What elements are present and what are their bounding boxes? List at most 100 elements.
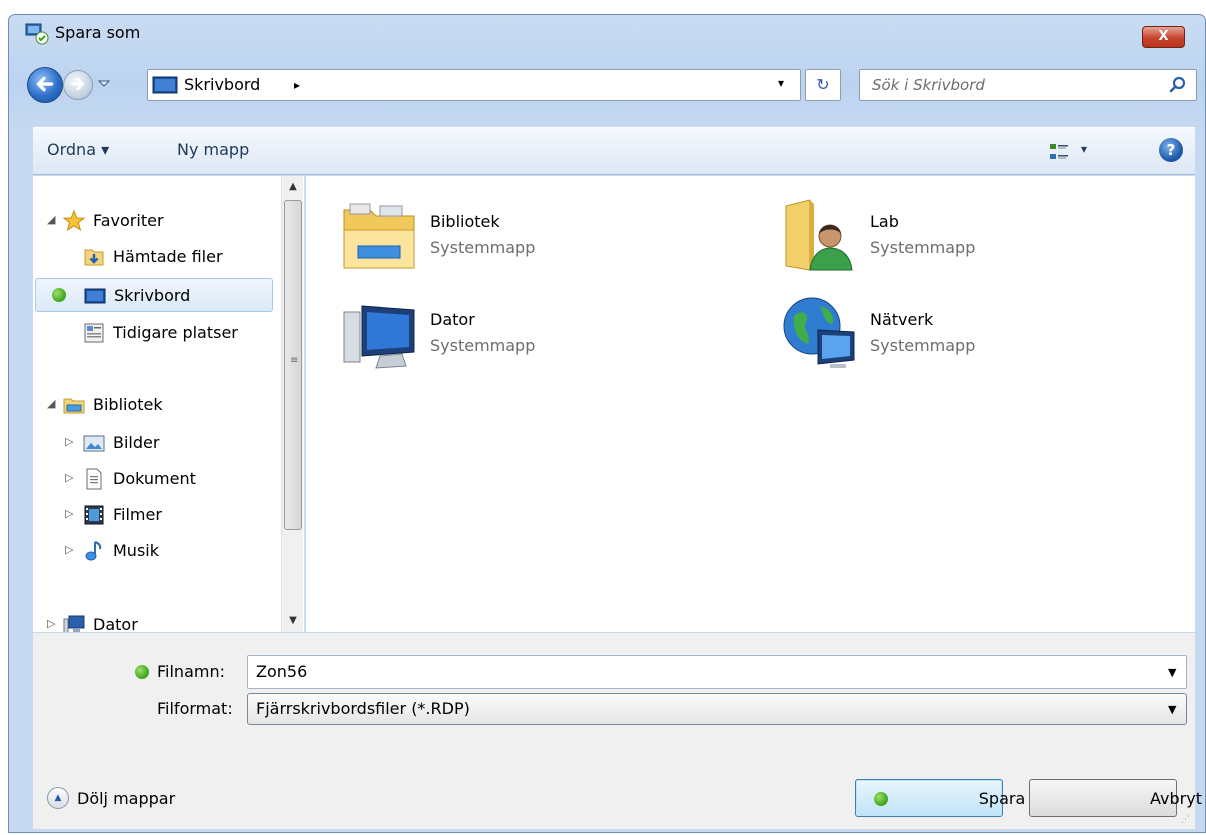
filename-input[interactable]: Zon56 ▼ [247, 655, 1187, 689]
item-type: Systemmapp [870, 336, 976, 355]
nav-item-videos[interactable]: ▷ Filmer [33, 498, 273, 532]
filetype-label: Filformat: [157, 699, 233, 718]
filetype-select[interactable]: Fjärrskrivbordsfiler (*.RDP) ▼ [247, 693, 1187, 725]
filename-value[interactable]: Zon56 [256, 662, 307, 681]
nav-item-label: Dokument [113, 469, 196, 488]
close-button[interactable]: X [1142, 26, 1185, 48]
libraries-folder-icon [343, 203, 415, 269]
filetype-dropdown-icon[interactable]: ▼ [1168, 703, 1176, 716]
libraries-icon [63, 398, 85, 414]
forward-button[interactable] [63, 70, 93, 100]
window-title: Spara som [55, 23, 141, 42]
nav-item-music[interactable]: ▷ Musik [33, 534, 273, 568]
computer-icon [63, 615, 85, 632]
collapsed-triangle-icon[interactable]: ▷ [47, 617, 55, 630]
back-arrow-icon [36, 76, 54, 92]
expanded-triangle-icon[interactable]: ◢ [47, 213, 55, 226]
expanded-triangle-icon[interactable]: ◢ [47, 397, 55, 410]
network-icon [783, 297, 855, 368]
desktop-icon [152, 76, 178, 94]
save-button[interactable]: Spara [855, 779, 1025, 817]
title-bar[interactable]: Spara som X [9, 15, 1205, 51]
search-icon[interactable] [1168, 75, 1188, 95]
pictures-icon [83, 435, 105, 452]
green-status-dot-icon [52, 288, 66, 302]
nav-libraries[interactable]: ◢ Bibliotek [33, 388, 273, 422]
breadcrumb-arrow-icon[interactable]: ▸ [294, 78, 300, 92]
organize-menu-button[interactable]: Ordna ▾ [47, 140, 109, 159]
star-icon [63, 210, 85, 232]
scroll-grip-icon: ≡ [290, 355, 299, 366]
item-type: Systemmapp [870, 238, 976, 257]
computer-icon [343, 305, 415, 369]
hide-folders-label: Dölj mappar [77, 789, 176, 808]
scroll-up-arrow-icon[interactable]: ▲ [282, 176, 304, 198]
recent-pages-dropdown-icon[interactable] [97, 75, 111, 91]
item-name: Nätverk [870, 310, 934, 329]
command-toolbar: Ordna ▾ Ny mapp ▾ ? [33, 127, 1195, 175]
desktop-icon [84, 288, 106, 304]
back-button[interactable] [27, 67, 63, 103]
videos-icon [84, 505, 104, 525]
user-folder-icon [785, 199, 853, 271]
help-icon[interactable]: ? [1159, 138, 1183, 162]
cancel-button-label: Avbryt [1150, 789, 1202, 808]
nav-item-pictures[interactable]: ▷ Bilder [33, 426, 273, 460]
nav-item-label: Bilder [113, 433, 160, 452]
music-note-icon [85, 541, 102, 561]
green-status-dot-icon [135, 665, 149, 679]
new-folder-button[interactable]: Ny mapp [177, 140, 249, 159]
nav-computer-label: Dator [93, 615, 138, 632]
nav-item-label: Musik [113, 541, 159, 560]
collapsed-triangle-icon[interactable]: ▷ [65, 471, 73, 484]
view-options-icon[interactable] [1049, 142, 1069, 162]
file-list: Bibliotek Systemmapp Lab Systemmapp Dato… [306, 176, 1195, 632]
content-item-network[interactable]: Nätverk Systemmapp [780, 294, 1180, 374]
item-name: Lab [870, 212, 899, 231]
collapsed-triangle-icon[interactable]: ▷ [65, 507, 73, 520]
nav-item-label: Tidigare platser [113, 323, 238, 342]
collapsed-triangle-icon[interactable]: ▷ [65, 435, 73, 448]
save-as-dialog: Spara som X Skrivbord ▸ ▾ ↻ Sök i Skrivb… [8, 14, 1206, 833]
remote-desktop-icon [25, 23, 49, 45]
address-location[interactable]: Skrivbord [184, 75, 260, 94]
collapsed-triangle-icon[interactable]: ▷ [65, 543, 73, 556]
address-bar[interactable]: Skrivbord ▸ ▾ [147, 69, 801, 101]
resize-grip-icon[interactable]: ⋰ [1181, 815, 1190, 825]
search-placeholder: Sök i Skrivbord [872, 76, 985, 94]
nav-item-desktop[interactable]: Skrivbord [35, 278, 273, 312]
item-type: Systemmapp [430, 238, 536, 257]
item-type: Systemmapp [430, 336, 536, 355]
nav-item-downloads[interactable]: Hämtade filer [33, 240, 273, 274]
nav-item-label: Skrivbord [114, 286, 191, 305]
filetype-value: Fjärrskrivbordsfiler (*.RDP) [256, 699, 470, 718]
scroll-down-arrow-icon[interactable]: ▼ [282, 610, 304, 632]
refresh-button[interactable]: ↻ [805, 69, 841, 101]
view-dropdown-icon[interactable]: ▾ [1081, 142, 1087, 156]
search-input[interactable]: Sök i Skrivbord [859, 69, 1197, 101]
nav-item-documents[interactable]: ▷ Dokument [33, 462, 273, 496]
nav-favorites[interactable]: ◢ Favoriter [33, 204, 273, 238]
filename-label: Filnamn: [157, 662, 225, 681]
nav-computer[interactable]: ▷ Dator [33, 608, 273, 632]
recent-places-icon [84, 323, 104, 343]
nav-favorites-label: Favoriter [93, 211, 164, 230]
cancel-button[interactable]: Avbryt [1029, 779, 1202, 817]
address-dropdown-icon[interactable]: ▾ [778, 76, 784, 90]
forward-arrow-icon [71, 78, 85, 91]
nav-item-label: Hämtade filer [113, 247, 223, 266]
nav-scrollbar[interactable]: ▲ ≡ ▼ [281, 176, 303, 632]
nav-item-label: Filmer [113, 505, 162, 524]
nav-libraries-label: Bibliotek [93, 395, 163, 414]
green-status-dot-icon [874, 792, 888, 806]
content-item-lab[interactable]: Lab Systemmapp [780, 196, 1180, 276]
collapse-arrow-icon[interactable]: ▲ [47, 787, 69, 809]
scroll-thumb[interactable]: ≡ [284, 200, 302, 530]
filename-dropdown-icon[interactable]: ▼ [1168, 666, 1176, 679]
documents-icon [86, 468, 102, 490]
item-name: Bibliotek [430, 212, 500, 231]
content-item-computer[interactable]: Dator Systemmapp [340, 294, 740, 374]
navigation-bar: Skrivbord ▸ ▾ ↻ Sök i Skrivbord [9, 65, 1205, 103]
nav-item-recent-places[interactable]: Tidigare platser [33, 316, 273, 350]
content-item-libraries[interactable]: Bibliotek Systemmapp [340, 196, 740, 276]
